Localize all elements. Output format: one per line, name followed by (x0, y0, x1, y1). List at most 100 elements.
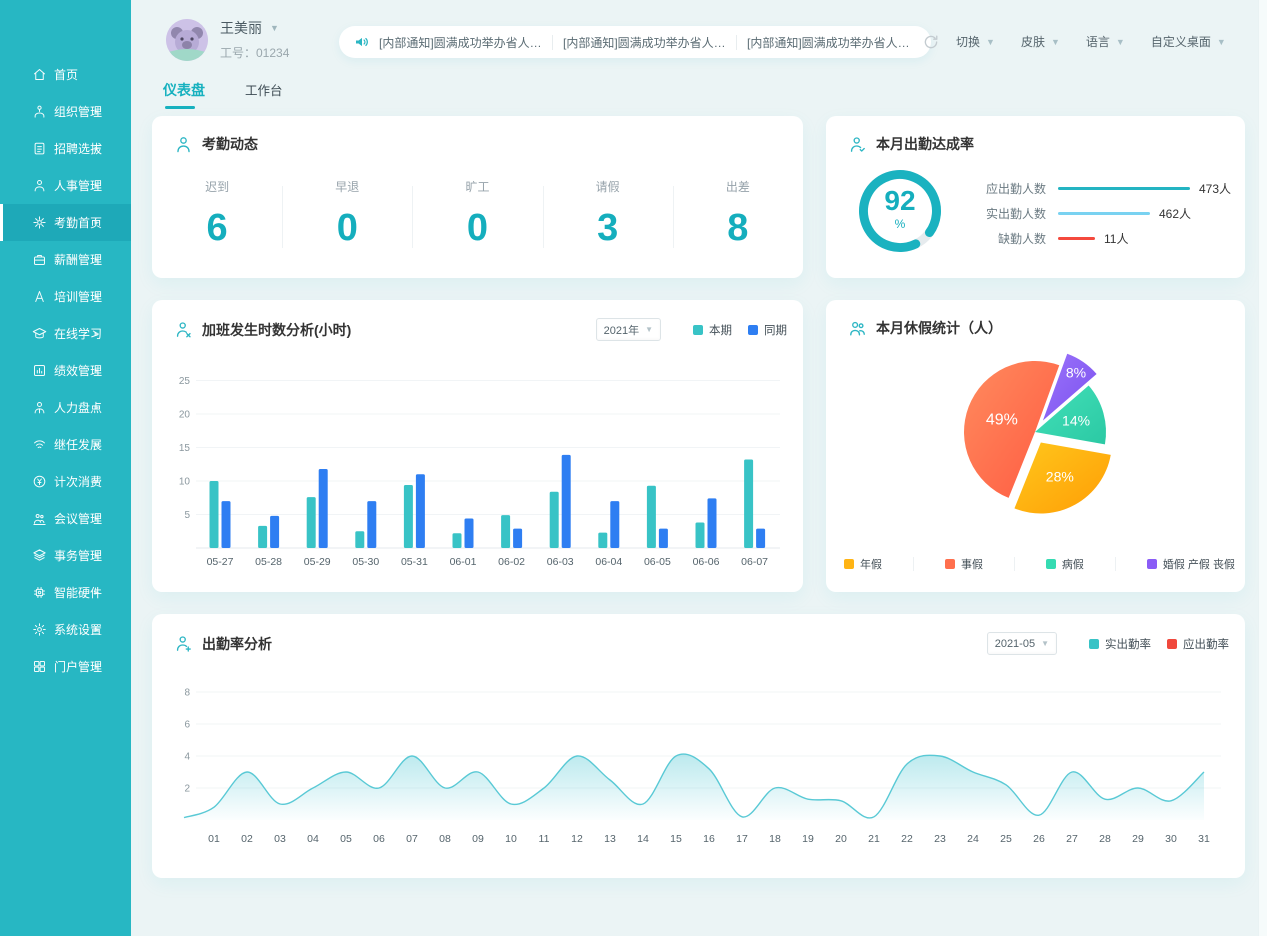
stat-label: 请假 (543, 178, 673, 195)
year-filter-select[interactable]: 2021年 ▼ (596, 318, 661, 341)
layers-icon (32, 548, 47, 563)
chevron-down-icon: ▼ (1051, 37, 1060, 47)
legend-item[interactable]: 实出勤率 (1089, 636, 1151, 652)
rate-rows: 应出勤人数473人实出勤人数462人缺勤人数11人 (976, 176, 1231, 251)
month-filter-select[interactable]: 2021-05 ▼ (987, 632, 1057, 655)
leave-pie-chart: 8%14%28%49% (826, 342, 1245, 562)
tab-dashboard[interactable]: 仪表盘 (163, 80, 205, 109)
sidebar-item-affairs[interactable]: 事务管理▸ (0, 537, 131, 574)
svg-text:05-30: 05-30 (352, 556, 379, 568)
menu-custom-desktop[interactable]: 自定义桌面▼ (1151, 33, 1226, 50)
tab-workbench[interactable]: 工作台 (245, 80, 283, 109)
svg-text:20: 20 (835, 833, 847, 845)
sidebar-item-portal[interactable]: 门户管理▸ (0, 648, 131, 685)
legend-item[interactable]: 年假 (844, 556, 882, 572)
svg-text:17: 17 (736, 833, 748, 845)
sidebar-item-home[interactable]: 首页 (0, 56, 131, 93)
stat-早退: 早退0 (282, 178, 412, 247)
sidebar-item-consumption[interactable]: 计次消费▸ (0, 463, 131, 500)
pie-slice[interactable]: 28% (1014, 442, 1110, 513)
rate-row-line (1058, 212, 1150, 215)
sidebar-item-training[interactable]: 培训管理▸ (0, 278, 131, 315)
legend-chip (1147, 559, 1157, 569)
chevron-down-icon: ▼ (986, 37, 995, 47)
notice-item[interactable]: [内部通知]圆满成功举办省人协会员... (379, 34, 542, 51)
rate-row-label: 缺勤人数 (976, 230, 1046, 247)
svg-text:10: 10 (505, 833, 517, 845)
svg-text:25: 25 (179, 376, 191, 387)
user-name-row[interactable]: 王美丽 ▼ (220, 18, 289, 38)
top-menus: 切换▼皮肤▼语言▼自定义桌面▼ (956, 33, 1226, 50)
chevron-right-icon: ▸ (94, 254, 99, 265)
svg-text:15: 15 (670, 833, 682, 845)
sidebar-item-meeting[interactable]: 会议管理▸ (0, 500, 131, 537)
chevron-right-icon: ▸ (94, 106, 99, 117)
chevron-right-icon: ▸ (94, 476, 99, 487)
attendance-dynamics-card: 考勤动态 迟到6早退0旷工0请假3出差8 (152, 116, 803, 278)
sidebar-item-succession[interactable]: 继任发展▸ (0, 426, 131, 463)
attendance-icon (32, 215, 47, 230)
legend-item[interactable]: 本期 (693, 322, 732, 338)
menu-language[interactable]: 语言▼ (1086, 33, 1125, 50)
stat-请假: 请假3 (543, 178, 673, 247)
user-meta: 王美丽 ▼ 工号：01234 (220, 18, 289, 61)
sidebar-item-label: 首页 (54, 66, 78, 83)
sidebar-item-org[interactable]: 组织管理▸ (0, 93, 131, 130)
chevron-down-icon: ▼ (270, 23, 279, 33)
sidebar-item-performance[interactable]: 绩效管理▸ (0, 352, 131, 389)
sidebar-item-attendance[interactable]: 考勤首页▸ (0, 204, 131, 241)
refresh-icon[interactable] (922, 33, 940, 51)
menu-skin[interactable]: 皮肤▼ (1021, 33, 1060, 50)
legend-item[interactable]: 婚假 产假 丧假 (1147, 556, 1235, 572)
chip-icon (32, 585, 47, 600)
stat-value: 0 (412, 209, 542, 247)
menu-switch[interactable]: 切换 ▼ (956, 33, 995, 50)
legend-label: 应出勤率 (1183, 636, 1229, 652)
sidebar-item-settings[interactable]: 系统设置▸ (0, 611, 131, 648)
legend-label: 实出勤率 (1105, 636, 1151, 652)
month-filter-value: 2021-05 (995, 638, 1035, 650)
svg-text:06: 06 (373, 833, 385, 845)
svg-text:06-05: 06-05 (644, 556, 671, 568)
sidebar-item-hardware[interactable]: 智能硬件▸ (0, 574, 131, 611)
notice-item[interactable]: [内部通知]圆满成功举办省人协会员... (563, 34, 726, 51)
svg-text:26: 26 (1033, 833, 1045, 845)
chevron-right-icon: ▸ (94, 587, 99, 598)
svg-text:09: 09 (472, 833, 484, 845)
menu-label: 切换 (956, 33, 980, 50)
sidebar-item-online-learning[interactable]: 在线学习▸ (0, 315, 131, 352)
rate-row: 应出勤人数473人 (976, 176, 1231, 201)
card-head: 本月出勤达成率 (848, 134, 1229, 154)
notice-item[interactable]: [内部通知]圆满成功举办省人协会员... (747, 34, 910, 51)
scrollbar-track[interactable] (1258, 0, 1267, 936)
notice-items: [内部通知]圆满成功举办省人协会员... [内部通知]圆满成功举办省人协会员...… (379, 34, 910, 51)
meeting-icon (32, 511, 47, 526)
user-name: 王美丽 (220, 18, 262, 38)
gauge-readout: 92 % (854, 187, 946, 231)
sidebar-item-recruit[interactable]: 招聘选拔▸ (0, 130, 131, 167)
sidebar-item-manpower[interactable]: 人力盘点▸ (0, 389, 131, 426)
chevron-right-icon: ▸ (94, 661, 99, 672)
legend-chip (945, 559, 955, 569)
stats-row: 迟到6早退0旷工0请假3出差8 (152, 178, 803, 247)
divider (552, 35, 553, 50)
svg-text:28%: 28% (1046, 469, 1074, 485)
svg-text:27: 27 (1066, 833, 1078, 845)
legend-label: 事假 (961, 556, 983, 572)
legend-item[interactable]: 事假 (945, 556, 983, 572)
svg-text:29: 29 (1132, 833, 1144, 845)
sidebar-item-salary[interactable]: 薪酬管理▸ (0, 241, 131, 278)
legend-chip (1167, 639, 1177, 649)
legend-item[interactable]: 应出勤率 (1167, 636, 1229, 652)
avatar[interactable] (166, 19, 208, 61)
rate-row-value: 473人 (1199, 180, 1231, 197)
svg-text:4: 4 (184, 752, 190, 763)
card-title: 考勤动态 (202, 134, 258, 154)
hr-dashboard-app: 首页组织管理▸招聘选拔▸人事管理▸考勤首页▸薪酬管理▸培训管理▸在线学习▸绩效管… (0, 0, 1267, 936)
user-block[interactable]: 王美丽 ▼ 工号：01234 (166, 18, 289, 61)
sidebar-item-hr[interactable]: 人事管理▸ (0, 167, 131, 204)
legend-item[interactable]: 病假 (1046, 556, 1084, 572)
svg-text:06-01: 06-01 (450, 556, 477, 568)
legend-item[interactable]: 同期 (748, 322, 787, 338)
chevron-right-icon: ▸ (94, 328, 99, 339)
